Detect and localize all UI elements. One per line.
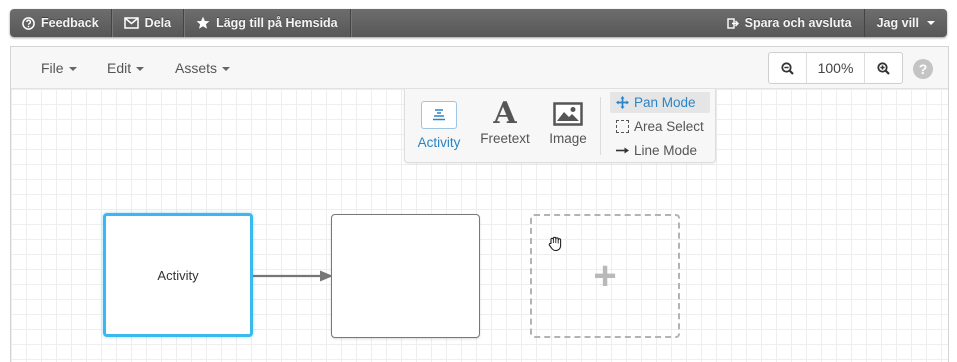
image-icon — [538, 99, 598, 129]
plus-icon: + — [593, 254, 617, 298]
freetext-tool[interactable]: A Freetext — [475, 96, 535, 147]
empty-node[interactable] — [331, 214, 480, 338]
star-icon — [196, 16, 210, 29]
activity-tool[interactable]: Activity — [409, 99, 469, 150]
pan-icon — [616, 96, 629, 109]
chevron-down-icon — [222, 67, 231, 71]
add-to-homepage-button[interactable]: Lägg till på Hemsida — [184, 9, 351, 37]
freetext-tool-label: Freetext — [480, 131, 530, 146]
share-button[interactable]: Dela — [112, 9, 185, 37]
assets-menu-label: Assets — [175, 60, 218, 76]
zoom-in-icon — [877, 61, 890, 75]
line-arrow-icon — [616, 147, 629, 154]
activity-tool-label: Activity — [417, 135, 461, 150]
text-icon: A — [493, 96, 517, 131]
user-menu-label: Jag vill — [876, 16, 919, 30]
chevron-down-icon — [136, 67, 145, 71]
user-menu-button[interactable]: Jag vill — [863, 9, 947, 37]
add-node-placeholder[interactable]: + — [530, 214, 680, 338]
add-to-homepage-label: Lägg till på Hemsida — [216, 16, 338, 30]
activity-node[interactable]: Activity — [103, 213, 253, 337]
feedback-label: Feedback — [41, 16, 99, 30]
area-select-icon — [616, 120, 629, 133]
editor-frame: File Edit Assets 100% ? Activity A Freet… — [10, 46, 949, 362]
feedback-button[interactable]: Feedback — [10, 9, 112, 37]
chevron-down-icon — [927, 21, 935, 25]
tool-palette: Activity A Freetext Image Pan Mode Area … — [404, 89, 716, 163]
connector-arrow[interactable] — [253, 269, 343, 283]
zoom-out-icon — [781, 61, 794, 75]
hand-cursor-icon — [548, 236, 562, 252]
area-select-label: Area Select — [634, 119, 704, 134]
question-circle-icon — [22, 16, 35, 30]
edit-menu[interactable]: Edit — [107, 60, 145, 76]
sign-out-icon — [726, 17, 739, 29]
zoom-level: 100% — [806, 53, 865, 83]
top-toolbar: Feedback Dela Lägg till på Hemsida Spara… — [10, 9, 947, 37]
activity-icon — [421, 101, 457, 129]
chevron-down-icon — [68, 67, 77, 71]
line-mode-button[interactable]: Line Mode — [610, 140, 710, 161]
share-label: Dela — [144, 16, 172, 30]
zoom-control: 100% — [768, 52, 903, 84]
palette-divider — [600, 97, 601, 155]
image-tool[interactable]: Image — [538, 99, 598, 146]
assets-menu[interactable]: Assets — [175, 60, 231, 76]
save-and-exit-label: Spara och avsluta — [744, 16, 852, 30]
file-menu[interactable]: File — [41, 60, 77, 76]
pan-mode-button[interactable]: Pan Mode — [610, 92, 710, 113]
area-select-button[interactable]: Area Select — [610, 116, 710, 137]
activity-node-label: Activity — [157, 267, 199, 283]
diagram-canvas[interactable]: Activity A Freetext Image Pan Mode Area … — [11, 89, 948, 362]
envelope-icon — [123, 17, 139, 29]
line-mode-label: Line Mode — [634, 143, 698, 158]
save-and-exit-button[interactable]: Spara och avsluta — [715, 9, 864, 37]
zoom-in-button[interactable] — [865, 53, 902, 83]
file-menu-label: File — [41, 60, 64, 76]
image-tool-label: Image — [549, 131, 587, 146]
menu-bar: File Edit Assets 100% ? — [11, 47, 948, 89]
zoom-out-button[interactable] — [769, 53, 806, 83]
edit-menu-label: Edit — [107, 60, 132, 76]
help-button[interactable]: ? — [913, 59, 933, 79]
pan-mode-label: Pan Mode — [634, 95, 696, 110]
